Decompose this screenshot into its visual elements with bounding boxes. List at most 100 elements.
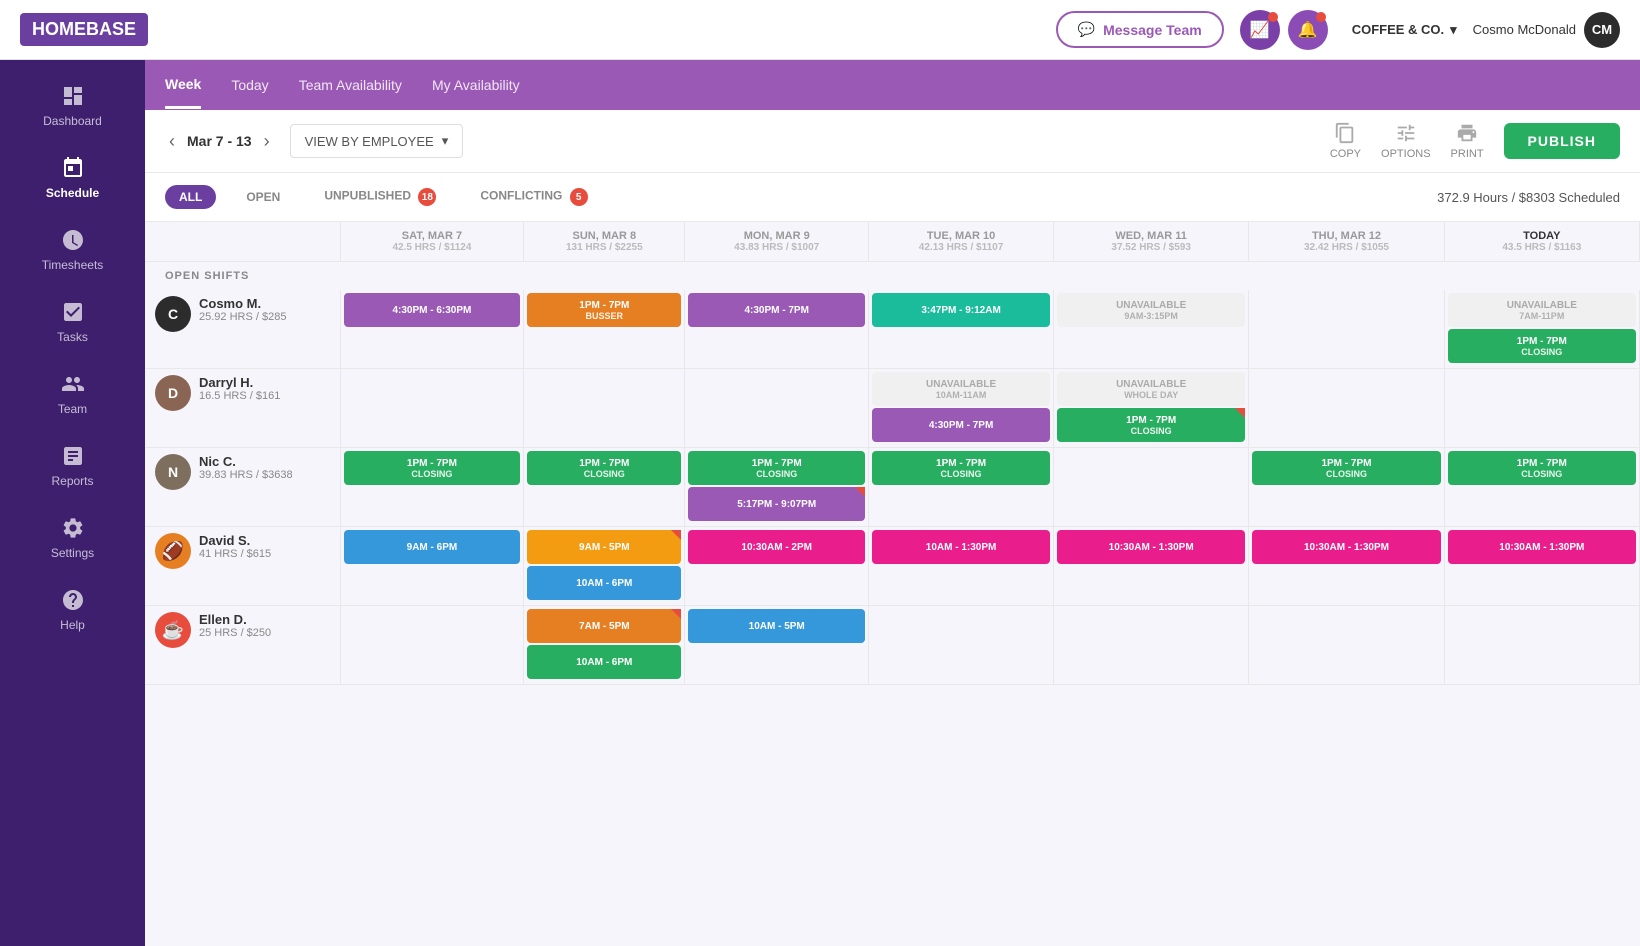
shift-cell[interactable] <box>685 369 869 448</box>
shift-cell[interactable]: 1PM - 7PM CLOSING <box>524 448 685 527</box>
shift-cell[interactable]: UNAVAILABLE 10AM-11AM 4:30PM - 7PM <box>869 369 1054 448</box>
shift-block[interactable]: 5:17PM - 9:07PM <box>688 487 865 521</box>
sidebar-item-help[interactable]: Help <box>0 574 145 646</box>
app-body: Dashboard Schedule Timesheets Tasks Team… <box>0 60 1640 946</box>
shift-block[interactable]: 4:30PM - 7PM <box>872 408 1050 442</box>
shift-cell[interactable]: 10:30AM - 2PM <box>685 527 869 606</box>
shift-block[interactable]: 10AM - 5PM <box>688 609 865 643</box>
shift-cell[interactable]: 3:47PM - 9:12AM <box>869 290 1054 369</box>
shift-block[interactable]: 1PM - 7PM CLOSING <box>527 451 681 485</box>
shift-block[interactable]: 4:30PM - 6:30PM <box>344 293 521 327</box>
avatar: N <box>155 454 191 490</box>
filter-all-button[interactable]: ALL <box>165 185 216 209</box>
publish-button[interactable]: PUBLISH <box>1504 123 1620 159</box>
shift-block[interactable]: UNAVAILABLE WHOLE DAY <box>1057 372 1245 406</box>
filter-unpublished-button[interactable]: UNPUBLISHED 18 <box>310 183 450 211</box>
prev-week-button[interactable]: ‹ <box>165 127 179 156</box>
shift-block[interactable]: 10:30AM - 1:30PM <box>1057 530 1245 564</box>
filter-open-button[interactable]: OPEN <box>232 185 294 209</box>
shift-cell[interactable]: 10:30AM - 1:30PM <box>1249 527 1444 606</box>
schedule-icon <box>61 156 85 180</box>
tab-team-availability[interactable]: Team Availability <box>299 63 402 107</box>
shift-cell[interactable] <box>1444 606 1639 685</box>
shift-cell[interactable]: 1PM - 7PM CLOSING <box>869 448 1054 527</box>
shift-cell[interactable]: 1PM - 7PM CLOSING 5:17PM - 9:07PM <box>685 448 869 527</box>
shift-cell[interactable]: 9AM - 5PM 10AM - 6PM <box>524 527 685 606</box>
shift-block[interactable]: 3:47PM - 9:12AM <box>872 293 1050 327</box>
options-action[interactable]: OPTIONS <box>1381 122 1431 160</box>
shift-cell[interactable] <box>1054 448 1249 527</box>
shift-block[interactable]: 10:30AM - 1:30PM <box>1448 530 1636 564</box>
sidebar-item-timesheets[interactable]: Timesheets <box>0 214 145 286</box>
header-sat: SAT, MAR 7 42.5 HRS / $1124 <box>340 222 524 262</box>
tab-week[interactable]: Week <box>165 62 201 109</box>
shift-block[interactable]: 1PM - 7PM BUSSER <box>527 293 681 327</box>
shift-block[interactable]: 4:30PM - 7PM <box>688 293 865 327</box>
shift-cell[interactable]: 4:30PM - 6:30PM <box>340 290 524 369</box>
shift-cell[interactable] <box>524 369 685 448</box>
shift-block[interactable]: 1PM - 7PM CLOSING <box>872 451 1050 485</box>
shift-cell[interactable] <box>1249 290 1444 369</box>
table-row: C Cosmo M. 25.92 HRS / $285 4:30PM - 6:3… <box>145 290 1640 369</box>
header-mon: MON, MAR 9 43.83 HRS / $1007 <box>685 222 869 262</box>
company-selector[interactable]: COFFEE & CO. ▾ <box>1352 22 1457 38</box>
tab-my-availability[interactable]: My Availability <box>432 63 520 107</box>
shift-cell[interactable] <box>340 606 524 685</box>
shift-block[interactable]: UNAVAILABLE 10AM-11AM <box>872 372 1050 406</box>
shift-cell[interactable]: 1PM - 7PM CLOSING <box>1444 448 1639 527</box>
sidebar-item-schedule[interactable]: Schedule <box>0 142 145 214</box>
shift-cell[interactable]: 10AM - 5PM <box>685 606 869 685</box>
shift-cell[interactable]: 4:30PM - 7PM <box>685 290 869 369</box>
sidebar-item-dashboard[interactable]: Dashboard <box>0 70 145 142</box>
shift-cell[interactable]: 9AM - 6PM <box>340 527 524 606</box>
shift-block[interactable]: 9AM - 6PM <box>344 530 521 564</box>
shift-cell[interactable]: 7AM - 5PM 10AM - 6PM <box>524 606 685 685</box>
shift-cell[interactable]: 1PM - 7PM CLOSING <box>1249 448 1444 527</box>
shift-cell[interactable] <box>340 369 524 448</box>
shift-cell[interactable] <box>1249 606 1444 685</box>
shift-block[interactable]: 10AM - 1:30PM <box>872 530 1050 564</box>
shift-block[interactable]: UNAVAILABLE 9AM-3:15PM <box>1057 293 1245 327</box>
sidebar-item-team[interactable]: Team <box>0 358 145 430</box>
shift-block[interactable]: 1PM - 7PM CLOSING <box>1057 408 1245 442</box>
shift-cell[interactable]: 1PM - 7PM CLOSING <box>340 448 524 527</box>
shift-cell[interactable]: 10AM - 1:30PM <box>869 527 1054 606</box>
sidebar-item-reports[interactable]: Reports <box>0 430 145 502</box>
shift-cell[interactable] <box>869 606 1054 685</box>
shift-cell[interactable]: UNAVAILABLE WHOLE DAY 1PM - 7PM CLOSING <box>1054 369 1249 448</box>
shift-cell[interactable] <box>1054 606 1249 685</box>
employee-david: 🏈 David S. 41 HRS / $615 <box>145 527 340 606</box>
sidebar-item-tasks[interactable]: Tasks <box>0 286 145 358</box>
shift-block[interactable]: 10:30AM - 1:30PM <box>1252 530 1440 564</box>
shift-cell[interactable]: UNAVAILABLE 9AM-3:15PM <box>1054 290 1249 369</box>
shift-block[interactable]: 1PM - 7PM CLOSING <box>688 451 865 485</box>
shift-cell[interactable]: 10:30AM - 1:30PM <box>1444 527 1639 606</box>
shift-block[interactable]: 1PM - 7PM CLOSING <box>1448 329 1636 363</box>
shift-block[interactable]: 9AM - 5PM <box>527 530 681 564</box>
shift-cell[interactable]: 1PM - 7PM BUSSER <box>524 290 685 369</box>
print-action[interactable]: PRINT <box>1451 122 1484 160</box>
shift-block[interactable]: 10:30AM - 2PM <box>688 530 865 564</box>
shift-cell[interactable]: UNAVAILABLE 7AM-11PM 1PM - 7PM CLOSING <box>1444 290 1639 369</box>
avatar: ☕ <box>155 612 191 648</box>
analytics-button[interactable]: 📈 <box>1240 10 1280 50</box>
shift-cell[interactable] <box>1444 369 1639 448</box>
shift-block[interactable]: UNAVAILABLE 7AM-11PM <box>1448 293 1636 327</box>
shift-block[interactable]: 1PM - 7PM CLOSING <box>344 451 521 485</box>
message-team-button[interactable]: 💬 Message Team <box>1056 11 1224 48</box>
sidebar-item-settings[interactable]: Settings <box>0 502 145 574</box>
shift-cell[interactable]: 10:30AM - 1:30PM <box>1054 527 1249 606</box>
shift-cell[interactable] <box>1249 369 1444 448</box>
filter-conflicting-button[interactable]: CONFLICTING 5 <box>466 183 601 211</box>
avatar: D <box>155 375 191 411</box>
shift-block[interactable]: 1PM - 7PM CLOSING <box>1448 451 1636 485</box>
shift-block[interactable]: 1PM - 7PM CLOSING <box>1252 451 1440 485</box>
tab-today[interactable]: Today <box>231 63 268 107</box>
view-selector[interactable]: VIEW BY EMPLOYEE ▾ <box>290 124 464 158</box>
shift-block[interactable]: 7AM - 5PM <box>527 609 681 643</box>
next-week-button[interactable]: › <box>260 127 274 156</box>
shift-block[interactable]: 10AM - 6PM <box>527 645 681 679</box>
copy-action[interactable]: COPY <box>1330 122 1361 160</box>
shift-block[interactable]: 10AM - 6PM <box>527 566 681 600</box>
notifications-button[interactable]: 🔔 <box>1288 10 1328 50</box>
